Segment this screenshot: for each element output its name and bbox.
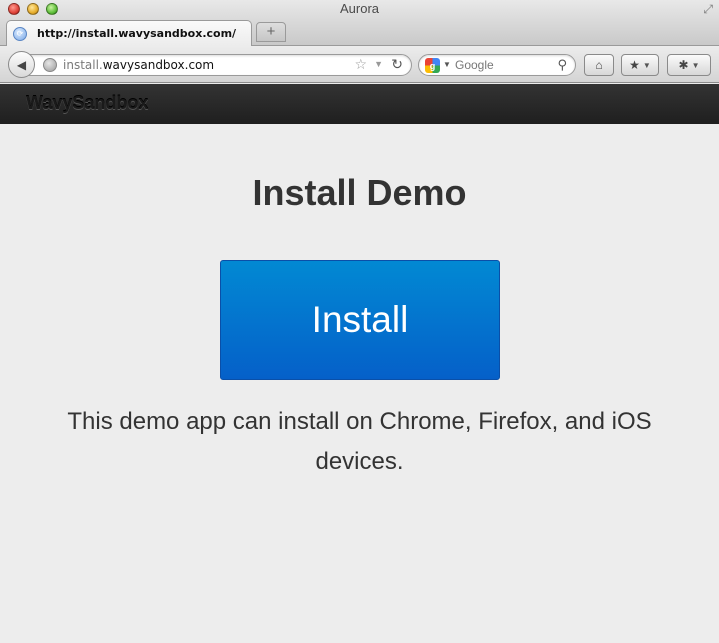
search-box[interactable]: g ▼ Google ⚲	[418, 54, 576, 76]
site-navbar: WavySandbox	[0, 84, 719, 124]
install-button[interactable]: Install	[220, 260, 500, 380]
addon-button[interactable]: ✱ ▼	[667, 54, 711, 76]
back-arrow-icon: ◀	[16, 57, 27, 72]
chevron-down-icon: ▼	[691, 60, 700, 70]
url-text[interactable]: install.wavysandbox.com	[63, 58, 214, 72]
home-icon: ⌂	[595, 58, 603, 72]
chevron-down-icon: ▼	[642, 60, 651, 70]
url-domain: wavysandbox.com	[102, 58, 215, 72]
home-button[interactable]: ⌂	[584, 54, 614, 76]
navigation-toolbar: ◀ install.wavysandbox.com ☆ ▼ ↻ g ▼ Goog…	[0, 46, 719, 83]
new-tab-button[interactable]: +	[256, 22, 286, 42]
window-title: Aurora	[339, 1, 380, 16]
bookmarks-icon: ★	[629, 58, 640, 72]
globe-icon	[43, 58, 57, 72]
google-icon[interactable]: g	[425, 58, 440, 73]
bookmark-star-icon[interactable]: ☆	[354, 56, 367, 73]
page-title: Install Demo	[252, 172, 467, 213]
engine-dropdown-icon[interactable]: ▼	[443, 60, 451, 69]
browser-title-bar: Aurora ⤢ ⟳ http://install.wavysandbox.co…	[0, 0, 719, 46]
loading-favicon-icon: ⟳	[13, 26, 27, 41]
browser-tab[interactable]: ⟳ http://install.wavysandbox.com/	[6, 20, 252, 46]
fullscreen-icon[interactable]: ⤢	[703, 2, 713, 17]
back-button[interactable]: ◀	[8, 51, 35, 78]
bookmarks-button[interactable]: ★ ▼	[621, 54, 659, 76]
url-subdomain: install.	[63, 58, 103, 72]
address-bar[interactable]: install.wavysandbox.com ☆ ▼ ↻	[26, 54, 412, 76]
magnifier-icon[interactable]: ⚲	[557, 57, 567, 73]
addon-icon: ✱	[678, 58, 689, 72]
page-content: Install Demo Install This demo app can i…	[0, 124, 719, 643]
search-placeholder: Google	[455, 58, 494, 72]
tab-title: http://install.wavysandbox.com/	[37, 27, 237, 40]
reload-icon[interactable]: ↻	[391, 56, 403, 73]
brand-link[interactable]: WavySandbox	[26, 93, 148, 114]
install-description: This demo app can install on Chrome, Fir…	[67, 408, 652, 475]
history-dropdown-icon[interactable]: ▼	[374, 59, 383, 69]
